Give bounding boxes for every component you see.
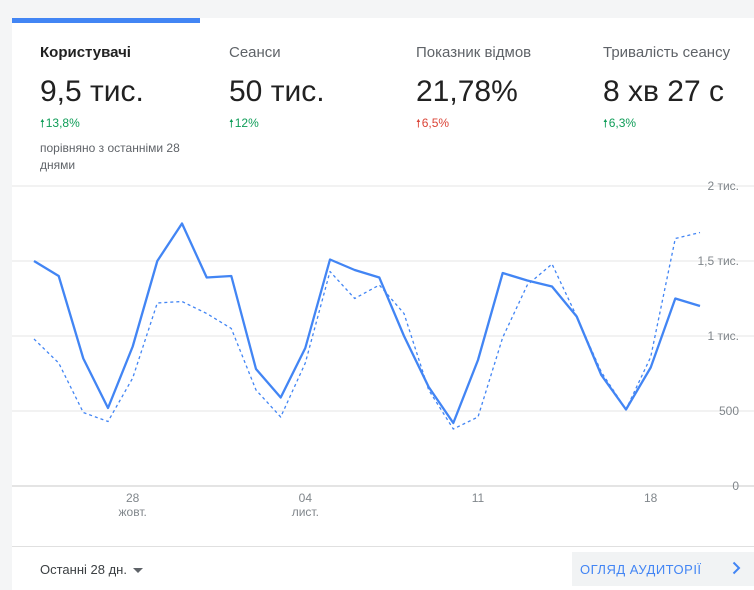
arrow-up-icon: 🠕 (229, 118, 234, 130)
metric-change: 🠕13,8% (40, 115, 190, 134)
metric-value: 21,78% (416, 75, 518, 108)
arrow-up-icon: 🠕 (416, 118, 421, 130)
y-tick-label: 2 тис. (707, 179, 739, 193)
metric-change: 🠕6,5% (416, 115, 531, 134)
metric-change-value: 13,8% (45, 116, 80, 130)
x-tick-day: 18 (644, 491, 658, 505)
metric-change-value: 6,5% (421, 116, 450, 130)
chart-svg: 2 тис. 1,5 тис. 1 тис. 500 0 28жовт. 04лист. 11… (12, 179, 754, 519)
y-tick-label: 1 тис. (707, 329, 739, 343)
metric-value: 8 хв 27 с (603, 75, 724, 108)
footer-divider (12, 546, 754, 547)
x-tick-month: жовт. (119, 505, 147, 519)
metric-value: 50 тис. (229, 75, 325, 108)
metric-value: 9,5 тис. (40, 75, 144, 108)
y-tick-label: 500 (719, 404, 739, 418)
chevron-right-icon (732, 561, 741, 575)
metric-change: 🠕6,3% (603, 115, 730, 134)
series-line-previous-period (33, 231, 701, 430)
metric-session-duration-tab[interactable]: Тривалість сеансу 8 хв 27 с 🠕6,3% (603, 44, 730, 134)
date-range-label: Останні 28 дн. (40, 562, 127, 577)
metric-change-value: 6,3% (608, 116, 637, 130)
metric-users-tab[interactable]: Користувачі 9,5 тис. 🠕13,8% порівняно з … (40, 44, 190, 174)
audience-overview-button[interactable]: ОГЛЯД АУДИТОРІЇ (572, 552, 754, 586)
arrow-up-icon: 🠕 (603, 118, 608, 130)
metric-sessions-tab[interactable]: Сеанси 50 тис. 🠕12% (229, 44, 325, 134)
users-line-chart: 2 тис. 1,5 тис. 1 тис. 500 0 28 жовт. 04 лист. 11… (12, 168, 754, 538)
x-tick-month: лист. (292, 505, 319, 519)
date-range-dropdown[interactable]: Останні 28 дн. (40, 562, 143, 577)
x-tick-day: 28 (126, 491, 140, 505)
metric-label: Тривалість сеансу (603, 44, 731, 61)
metric-change-value: 12% (234, 116, 259, 130)
y-tick-label: 1,5 тис. (697, 254, 739, 268)
metric-change: 🠕12% (229, 115, 325, 134)
x-tick-day: 04 (299, 491, 313, 505)
active-metric-indicator (12, 18, 200, 23)
audience-overview-card: Користувачі 9,5 тис. 🠕13,8% порівняно з … (12, 18, 754, 590)
audience-overview-label: ОГЛЯД АУДИТОРІЇ (580, 561, 702, 577)
metric-bounce-rate-tab[interactable]: Показник відмов 21,78% 🠕6,5% (416, 44, 531, 134)
arrow-up-icon: 🠕 (40, 118, 45, 130)
metric-label: Сеанси (229, 44, 281, 61)
caret-down-icon (132, 568, 143, 573)
metric-label: Показник відмов (416, 44, 532, 61)
x-tick-day: 11 (472, 491, 485, 505)
y-tick-label: 0 (732, 479, 739, 493)
metric-label: Користувачі (40, 44, 131, 61)
series-line-current-period (33, 222, 701, 425)
